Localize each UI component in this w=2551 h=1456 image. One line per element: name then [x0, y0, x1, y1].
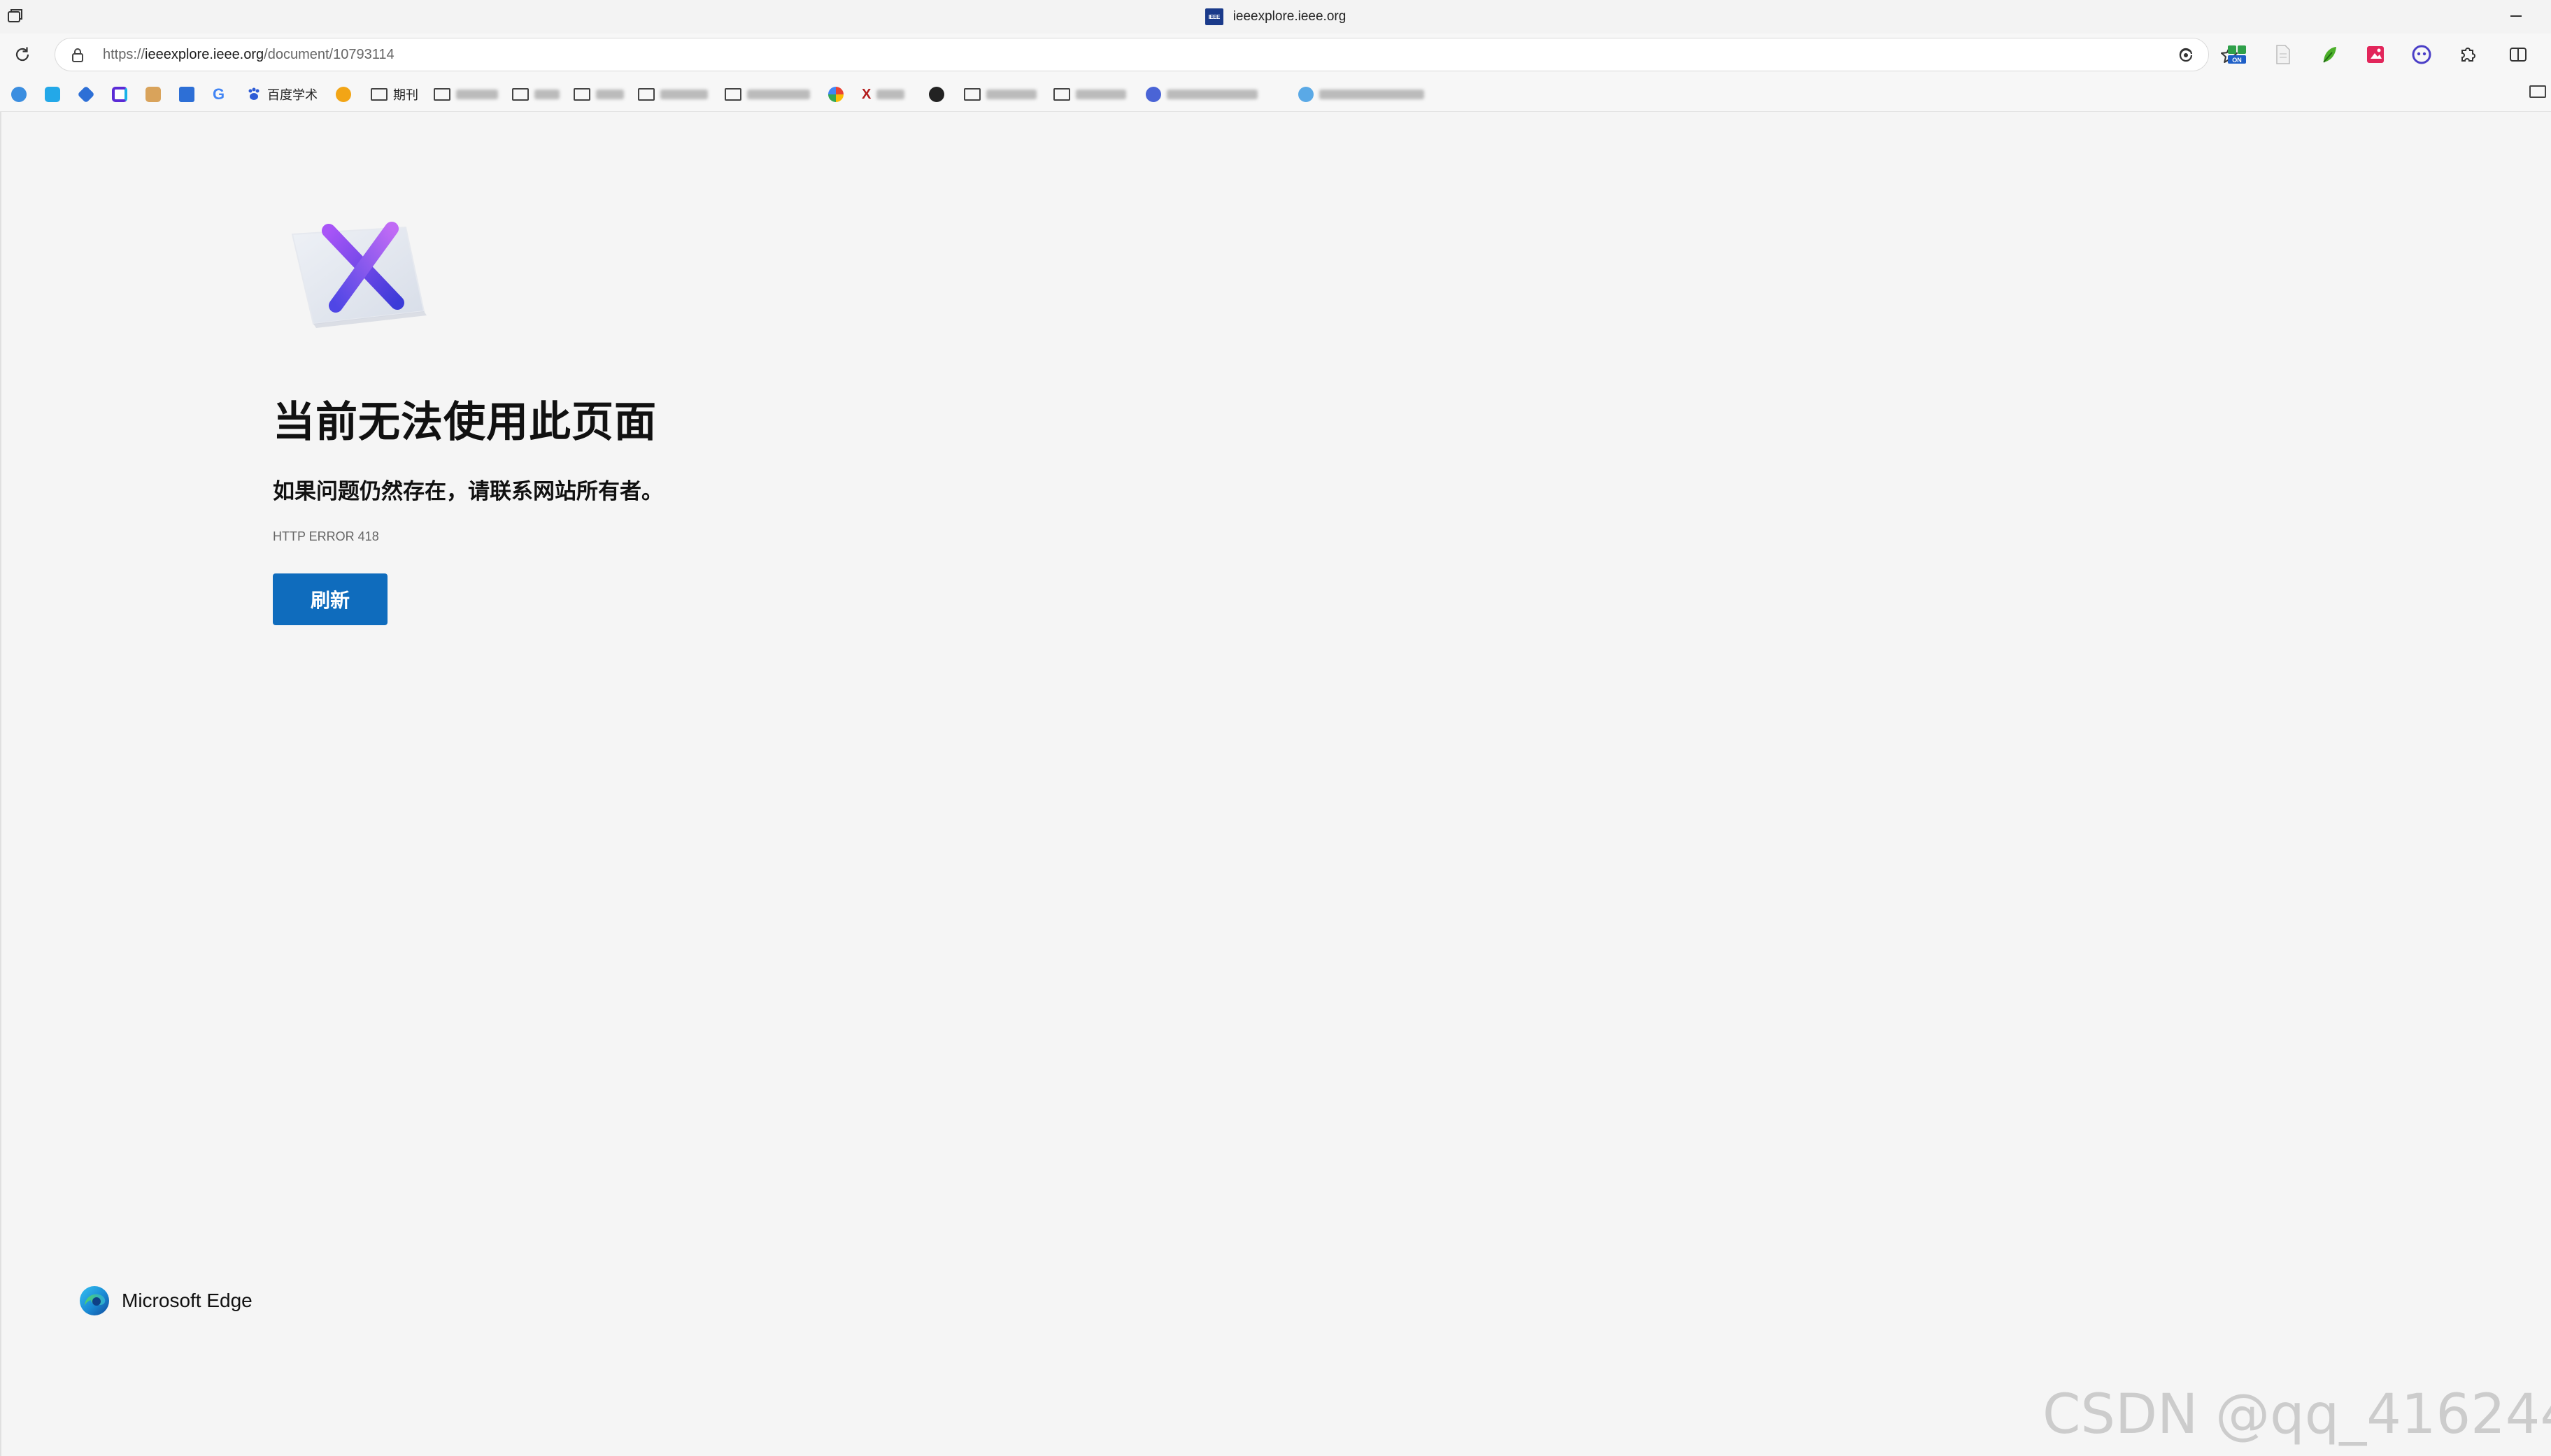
favorite-item[interactable] [929, 84, 944, 105]
refresh-button[interactable]: 刷新 [273, 573, 388, 625]
favorite-folder[interactable] [512, 84, 560, 105]
favorite-item[interactable] [77, 84, 95, 105]
favorite-folder[interactable] [638, 84, 708, 105]
url-path: /document/10793114 [264, 47, 395, 62]
blurred-label [1167, 90, 1258, 99]
favorite-folder[interactable] [725, 84, 810, 105]
edge-logo-icon [80, 1286, 109, 1315]
leaf-extension-icon[interactable] [2317, 42, 2342, 67]
paw-icon [248, 87, 260, 100]
reload-icon [15, 47, 29, 62]
folder-icon [1053, 88, 1070, 101]
extensions-puzzle-icon[interactable] [2455, 42, 2480, 67]
blurred-label [456, 90, 498, 99]
favorite-label: 百度学术 [267, 88, 318, 102]
favorite-item[interactable] [1146, 84, 1258, 105]
on-extension-icon[interactable]: ON [2224, 42, 2250, 67]
favorite-item[interactable]: X [862, 84, 905, 105]
site-icon [11, 87, 27, 102]
blurred-label [660, 90, 708, 99]
image-extension-icon[interactable] [2363, 42, 2388, 67]
translate-icon[interactable] [2176, 45, 2196, 65]
url-scheme: https:// [103, 47, 145, 62]
favorite-folder[interactable] [964, 84, 1037, 105]
favorite-item[interactable] [45, 84, 60, 105]
folder-icon [574, 88, 590, 101]
cloud-icon [1298, 87, 1314, 102]
favorite-item[interactable] [1298, 84, 1424, 105]
diamond-icon [77, 85, 95, 104]
folder-icon [512, 88, 529, 101]
github-icon [929, 87, 944, 102]
edge-brand: Microsoft Edge [78, 1285, 253, 1317]
reload-button[interactable] [10, 42, 35, 67]
favorite-item[interactable]: 百度学术 [246, 84, 318, 105]
blurred-label [534, 90, 560, 99]
favorite-folder[interactable] [434, 84, 498, 105]
split-screen-icon[interactable] [2506, 42, 2531, 67]
p-icon [336, 87, 351, 102]
lock-icon[interactable] [69, 47, 86, 64]
document-extension-icon[interactable] [2271, 42, 2296, 67]
other-favorites-folder-icon[interactable] [2529, 85, 2548, 102]
bilibili-icon [45, 87, 60, 102]
play-icon [112, 87, 127, 102]
cat-icon [145, 87, 161, 102]
blurred-label [1076, 90, 1126, 99]
error-x-illustration-icon [291, 222, 427, 328]
blurred-label [747, 90, 810, 99]
folder-icon [725, 88, 741, 101]
watermark-text: CSDN @qq_41624420 [2042, 1383, 2551, 1446]
favorite-item[interactable] [336, 84, 351, 105]
copilot-extension-icon[interactable] [2409, 42, 2434, 67]
edge-brand-text: Microsoft Edge [122, 1290, 253, 1311]
favorites-bar: G 百度学术 期刊 X [0, 77, 2551, 112]
favorite-item[interactable] [145, 84, 161, 105]
favorite-folder[interactable] [574, 84, 624, 105]
blurred-label [1319, 90, 1424, 99]
paw-icon [1146, 87, 1161, 102]
folder-icon [964, 88, 981, 101]
minimize-button[interactable] [2500, 4, 2532, 28]
favorite-item[interactable] [828, 84, 844, 105]
url-host: ieeexplore.ieee.org [145, 47, 264, 62]
favorite-item[interactable]: G [213, 84, 225, 105]
error-code: HTTP ERROR 418 [273, 529, 379, 543]
url-text[interactable]: https://ieeexplore.ieee.org/document/107… [103, 38, 395, 71]
blurred-label [596, 90, 624, 99]
tab-title: ieeexplore.ieee.org [1232, 9, 1346, 24]
ieee-favicon-icon: IEEE [1205, 8, 1223, 25]
browser-toolbar: https://ieeexplore.ieee.org/document/107… [0, 34, 2551, 77]
page-subtitle: 如果问题仍然存在，请联系网站所有者。 [273, 479, 663, 504]
folder-icon [371, 88, 388, 101]
favorite-item[interactable] [11, 84, 27, 105]
translate-site-icon [179, 87, 194, 102]
arxiv-icon: X [862, 86, 872, 102]
svg-text:ON: ON [2232, 57, 2242, 64]
colorful-site-icon [828, 87, 844, 102]
folder-icon [638, 88, 655, 101]
blurred-label [986, 90, 1037, 99]
favorite-folder[interactable] [1053, 84, 1126, 105]
favorite-label: 期刊 [393, 88, 418, 102]
active-tab[interactable]: IEEE ieeexplore.ieee.org [0, 0, 2551, 34]
title-bar: IEEE ieeexplore.ieee.org [0, 0, 2551, 34]
google-icon: G [213, 85, 225, 103]
blurred-label [876, 90, 905, 99]
favorite-item[interactable] [112, 84, 127, 105]
favorite-folder[interactable]: 期刊 [371, 84, 418, 105]
page-title: 当前无法使用此页面 [273, 398, 657, 447]
address-bar[interactable]: https://ieeexplore.ieee.org/document/107… [55, 38, 2238, 71]
folder-icon [434, 88, 450, 101]
favorite-item[interactable] [179, 84, 194, 105]
